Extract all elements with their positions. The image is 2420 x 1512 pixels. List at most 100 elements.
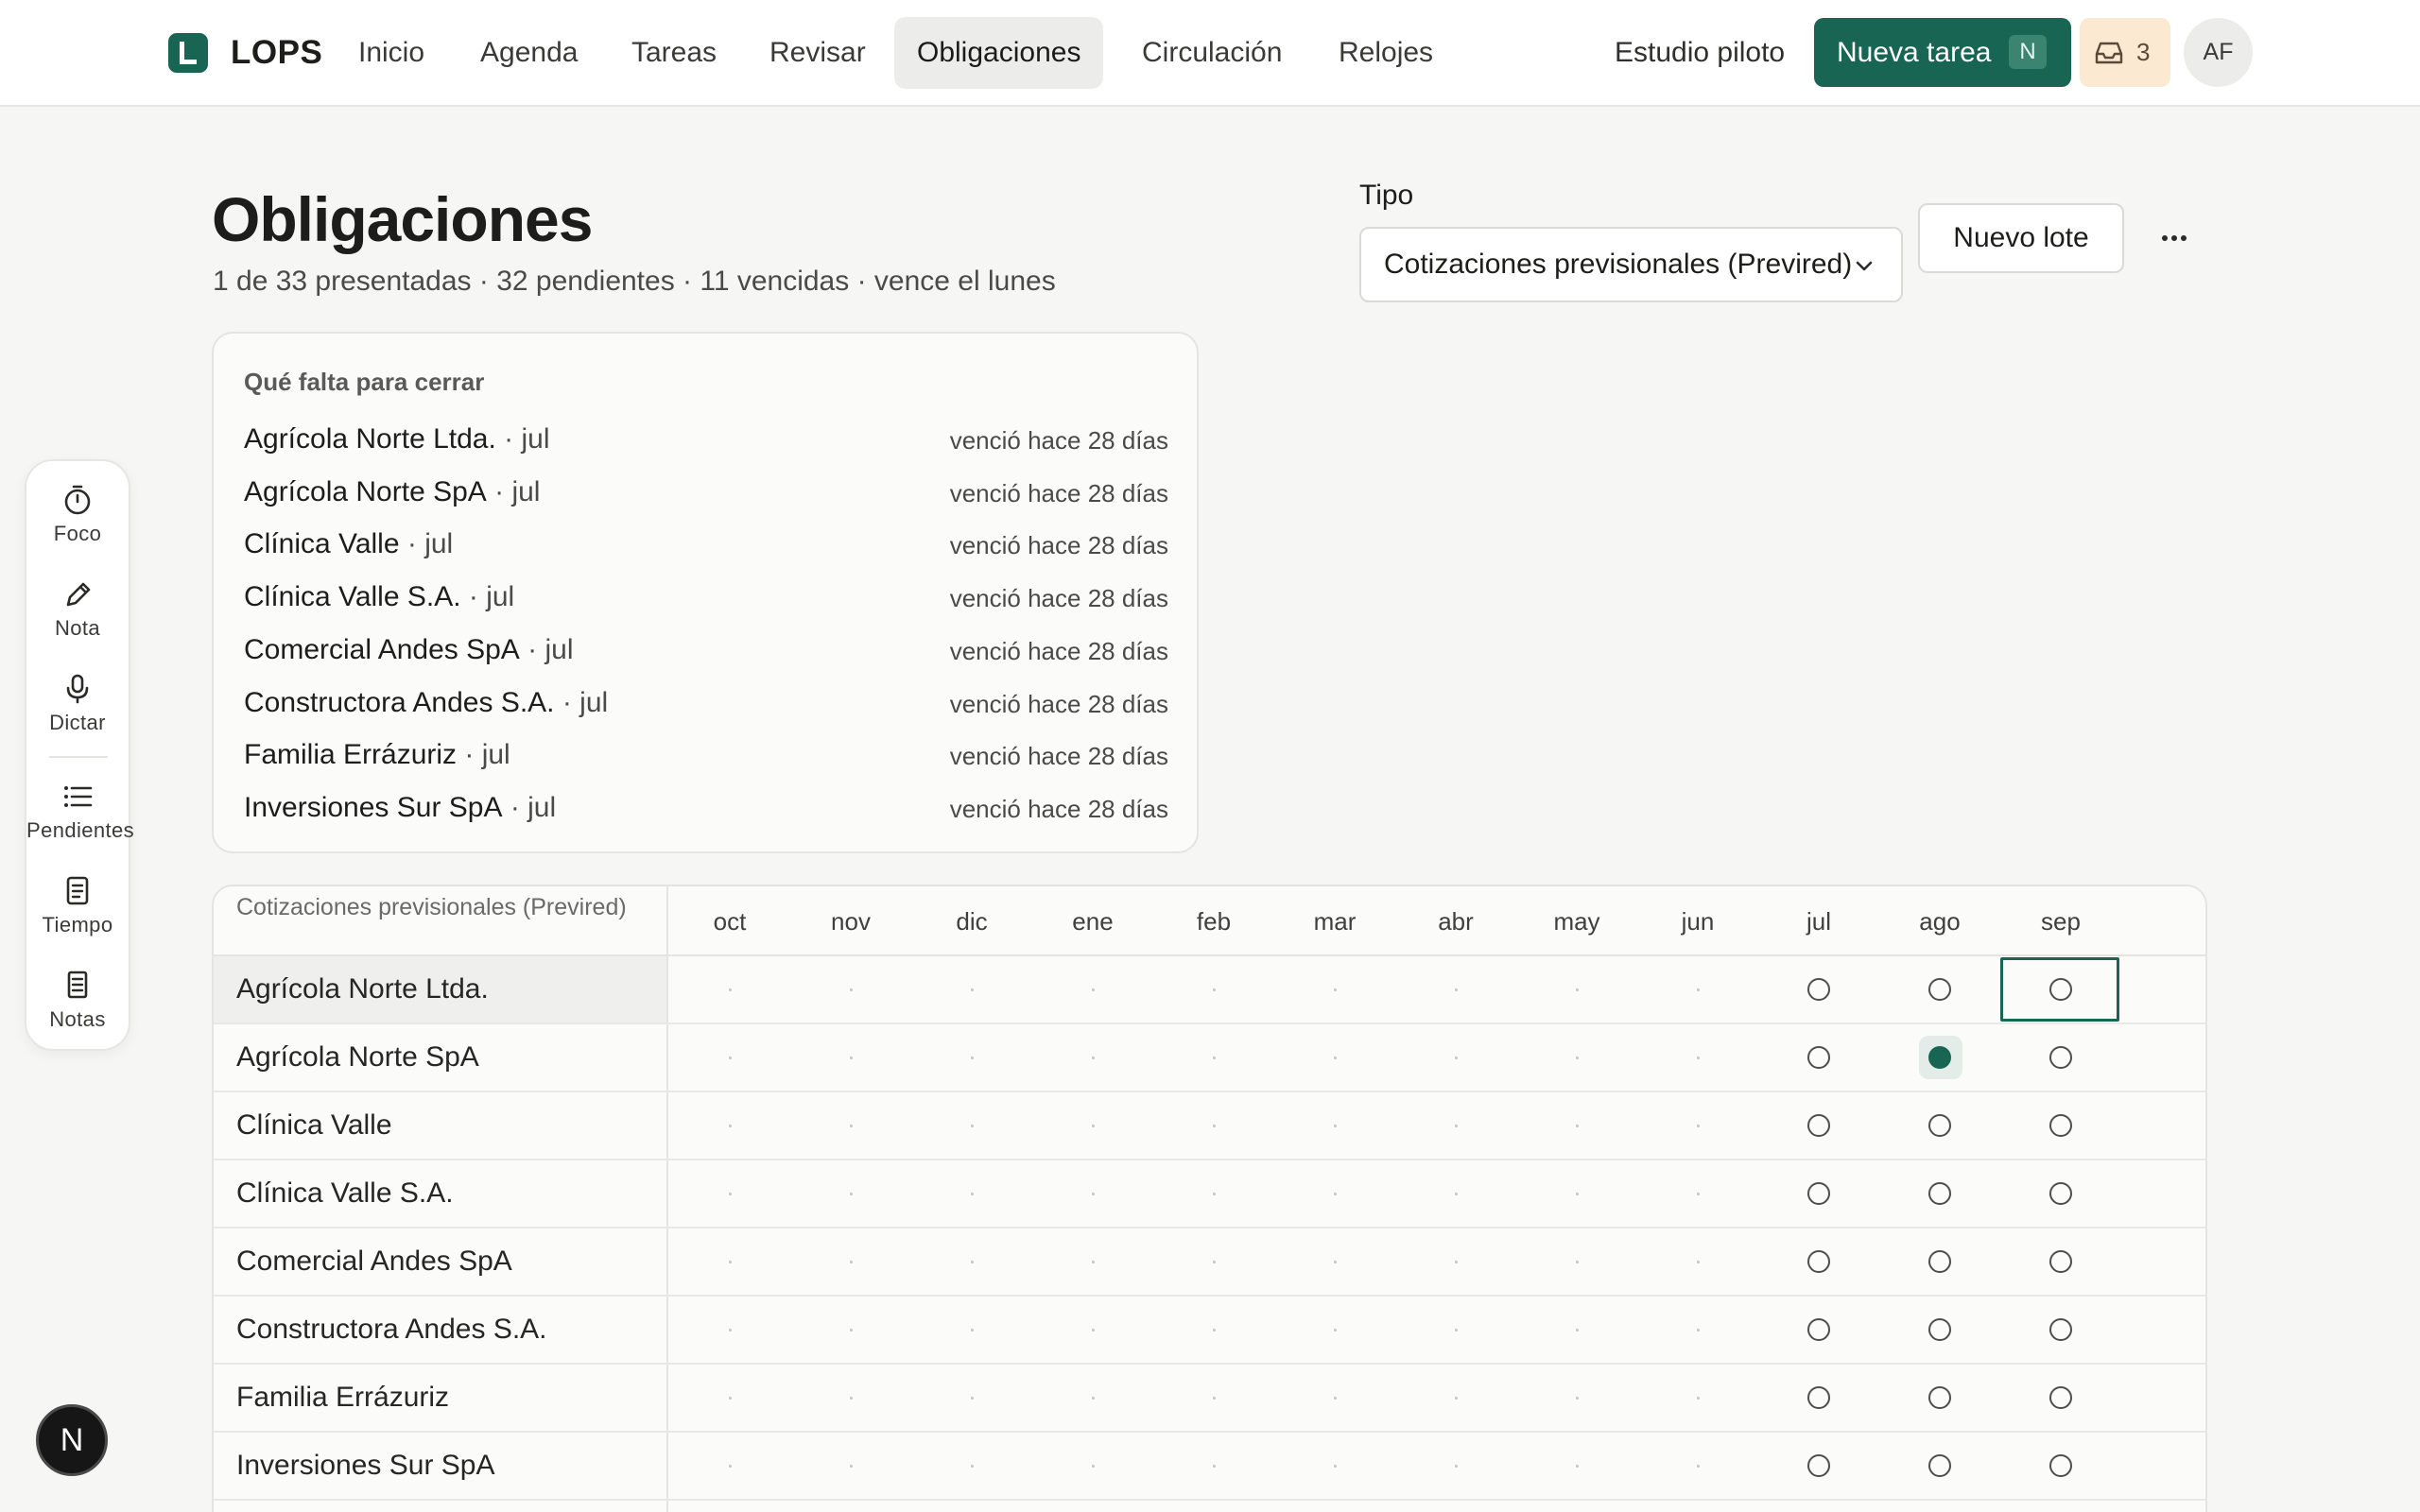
empty-cell (790, 1160, 911, 1227)
empty-cell (1153, 1160, 1274, 1227)
empty-cell (1637, 956, 1758, 1022)
status-cell-pending[interactable] (1758, 1024, 1879, 1091)
empty-cell (1153, 1297, 1274, 1363)
rail-label: Notas (49, 1007, 106, 1031)
status-cell-pending[interactable] (2000, 956, 2121, 1022)
empty-dot (850, 1397, 853, 1400)
empty-dot (729, 1057, 732, 1059)
grid-row: Clínica Valle (214, 1092, 2205, 1160)
nav-circulacion[interactable]: Circulación (1119, 17, 1305, 89)
pending-status-icon (1928, 1250, 1951, 1273)
pending-status-icon (1928, 1318, 1951, 1341)
inbox-button[interactable]: 3 (2080, 18, 2170, 87)
pending-item[interactable]: Agrícola Norte SpA · jul venció hace 28 d… (244, 472, 1168, 513)
status-cell-pending[interactable] (1879, 1433, 2000, 1499)
status-cell-pending[interactable] (2000, 1160, 2121, 1227)
empty-cell (1153, 1092, 1274, 1159)
empty-dot (850, 1125, 853, 1127)
rail-tiempo[interactable]: Tiempo (26, 875, 129, 937)
empty-dot (850, 1057, 853, 1059)
pending-item[interactable]: Agrícola Norte Ltda. · jul venció hace 28… (244, 419, 1168, 460)
pending-client-name: Inversiones Sur SpA (244, 791, 503, 823)
status-cell-pending[interactable] (1879, 956, 2000, 1022)
nav-tareas[interactable]: Tareas (609, 17, 739, 89)
tipo-select[interactable]: Cotizaciones previsionales (Previred) (1359, 227, 1903, 302)
empty-cell (1032, 1297, 1153, 1363)
client-cell[interactable]: Inversiones Sur SpA (214, 1433, 666, 1499)
pending-client: Inversiones Sur SpA · jul (244, 789, 556, 827)
status-cell-pending[interactable] (2000, 1024, 2121, 1091)
status-cell-pending[interactable] (1879, 1297, 2000, 1363)
pending-item[interactable]: Inversiones Sur SpA · jul venció hace 28 … (244, 787, 1168, 829)
avatar[interactable]: AF (2184, 18, 2253, 87)
status-cell-pending[interactable] (1758, 1433, 1879, 1499)
pending-item[interactable]: Comercial Andes SpA · jul venció hace 28 … (244, 629, 1168, 671)
new-batch-button[interactable]: Nuevo lote (1918, 203, 2124, 273)
status-cell-pending[interactable] (1758, 1092, 1879, 1159)
nav-relojes[interactable]: Relojes (1316, 17, 1456, 89)
rail-pendientes[interactable]: Pendientes (26, 781, 134, 843)
empty-cell (1274, 1297, 1395, 1363)
empty-cell (1153, 1228, 1274, 1295)
nav-revisar[interactable]: Revisar (747, 17, 889, 89)
new-task-button[interactable]: Nueva tarea N (1814, 18, 2071, 87)
status-cell-pending[interactable] (2000, 1092, 2121, 1159)
rail-foco[interactable]: Foco (26, 484, 129, 546)
status-cell-pending[interactable] (1758, 956, 1879, 1022)
status-cell-pending[interactable] (1758, 1365, 1879, 1431)
rail-notas[interactable]: Notas (26, 970, 129, 1032)
status-cell-pending[interactable] (1758, 1228, 1879, 1295)
status-cell-pending[interactable] (2000, 1297, 2121, 1363)
nav-inicio[interactable]: Inicio (336, 17, 447, 89)
client-name: Agrícola Norte Ltda. (236, 973, 489, 1005)
page-summary: 1 de 33 presentadas · 32 pendientes · 11… (213, 266, 1056, 297)
studio-selector[interactable]: Estudio piloto (1615, 32, 1785, 74)
pending-item[interactable]: Familia Errázuriz · jul venció hace 28 dí… (244, 734, 1168, 776)
status-cell-pending[interactable] (1879, 1365, 2000, 1431)
client-cell[interactable]: Constructora Andes S.A. (214, 1297, 666, 1363)
status-cell-pending[interactable] (1879, 1160, 2000, 1227)
pending-period: · jul (495, 423, 550, 455)
empty-cell (790, 1433, 911, 1499)
empty-cell (1637, 1297, 1758, 1363)
empty-dot (1213, 1057, 1216, 1059)
client-cell[interactable]: Comercial Andes SpA (214, 1228, 666, 1295)
client-cell[interactable]: Agrícola Norte Ltda. (214, 956, 666, 1022)
pending-status-icon (1928, 1454, 1951, 1477)
pending-client-name: Agrícola Norte SpA (244, 475, 487, 507)
empty-cell (1395, 1024, 1516, 1091)
client-cell[interactable]: Familia Errázuriz (214, 1365, 666, 1431)
status-cell-pending[interactable] (1879, 1228, 2000, 1295)
pending-due: venció hace 28 días (949, 794, 1168, 823)
status-cell-pending[interactable] (2000, 1433, 2121, 1499)
status-cell-pending[interactable] (2000, 1365, 2121, 1431)
empty-cell (669, 1160, 790, 1227)
empty-dot (1455, 1125, 1458, 1127)
empty-dot (1455, 988, 1458, 991)
status-cell-pending[interactable] (2000, 1228, 2121, 1295)
rail-nota[interactable]: Nota (26, 578, 129, 641)
rail-dictar[interactable]: Dictar (26, 673, 129, 735)
grid-row: Familia Errázuriz (214, 1365, 2205, 1433)
more-options-icon[interactable] (2153, 219, 2195, 257)
empty-cell (790, 1024, 911, 1091)
nav-agenda[interactable]: Agenda (458, 17, 600, 89)
status-cell-filed[interactable] (1879, 1024, 2000, 1091)
pending-item[interactable]: Constructora Andes S.A. · jul venció hace… (244, 682, 1168, 724)
client-cell[interactable]: Clínica Valle S.A. (214, 1160, 666, 1227)
obligations-grid: Cotizaciones previsionales (Previred) oc… (212, 885, 2207, 1512)
client-cell[interactable]: Agrícola Norte SpA (214, 1024, 666, 1091)
pending-item[interactable]: Clínica Valle S.A. · jul venció hace 28 d… (244, 576, 1168, 618)
nav-obligaciones[interactable]: Obligaciones (894, 17, 1104, 89)
empty-dot (1334, 1261, 1337, 1263)
empty-dot (1697, 1125, 1700, 1127)
pending-status-icon (1807, 1182, 1830, 1205)
client-cell[interactable]: Clínica Valle (214, 1092, 666, 1159)
pencil-icon (66, 582, 91, 607)
status-cell-pending[interactable] (1758, 1297, 1879, 1363)
assistant-badge[interactable]: N (36, 1404, 108, 1476)
status-cell-pending[interactable] (1758, 1160, 1879, 1227)
status-cell-pending[interactable] (1879, 1092, 2000, 1159)
pending-status-icon (1807, 1318, 1830, 1341)
pending-item[interactable]: Clínica Valle · jul venció hace 28 días (244, 524, 1168, 565)
